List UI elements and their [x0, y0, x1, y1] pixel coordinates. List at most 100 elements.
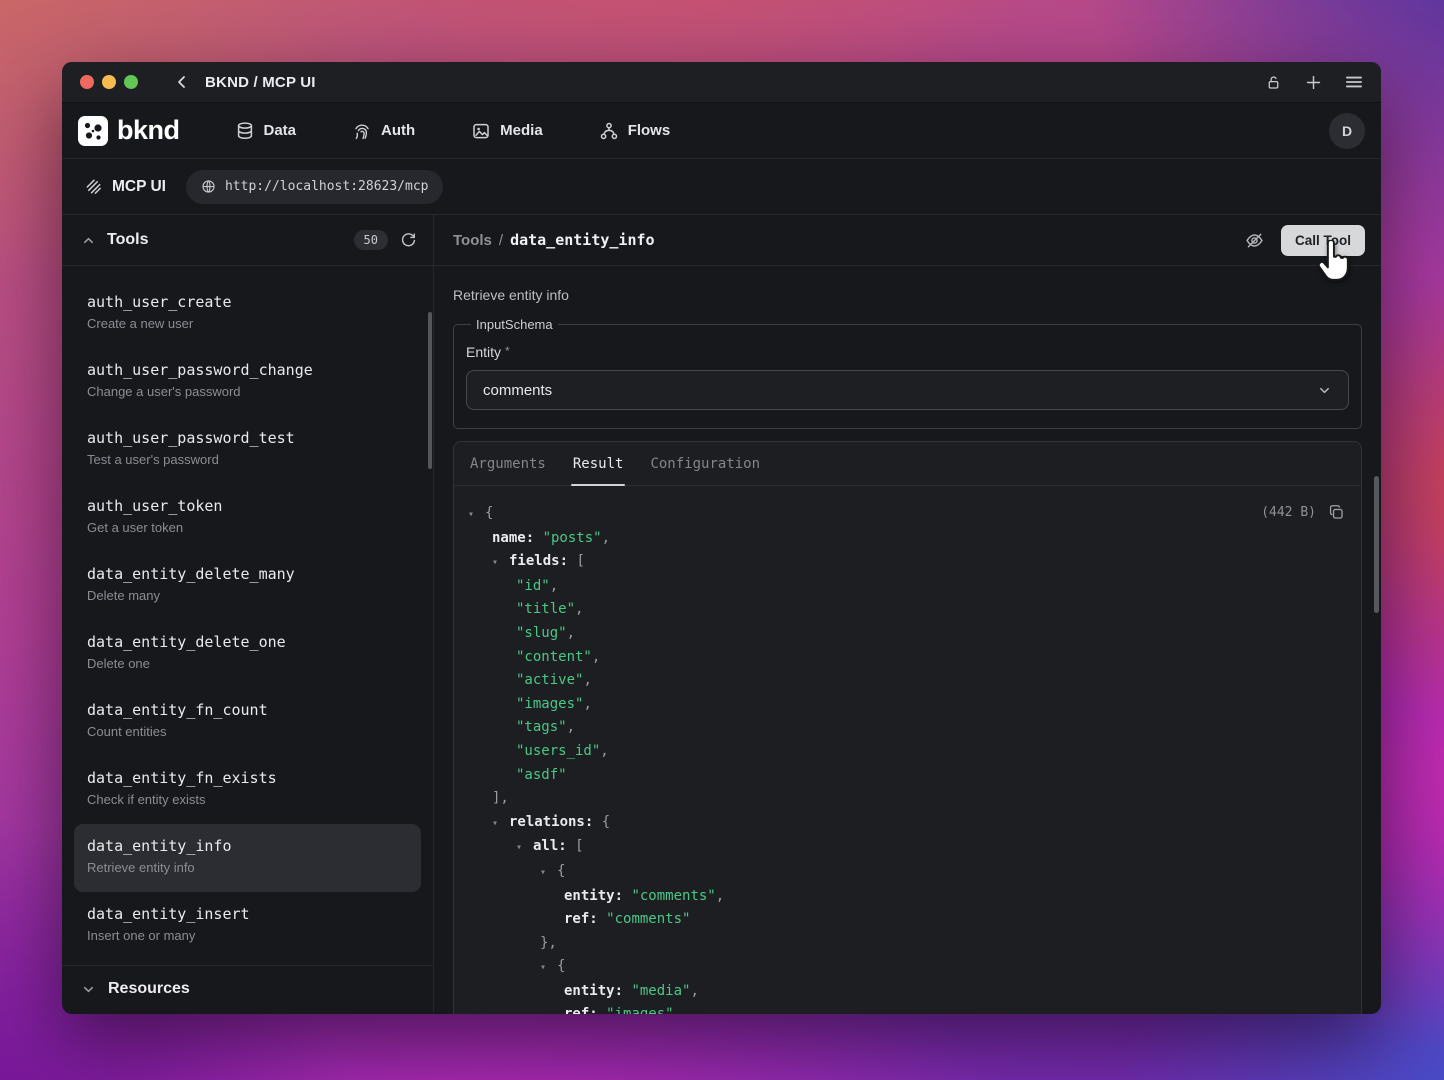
tool-detail-panel: Tools / data_entity_info Call Tool Retri… — [434, 215, 1381, 1012]
tool-item-selected[interactable]: data_entity_info Retrieve entity info — [74, 824, 421, 892]
json-line: ref: "comments" — [454, 908, 1345, 932]
json-line: entity: "comments", — [454, 885, 1345, 909]
minimize-button[interactable] — [102, 75, 116, 89]
json-line: ▾{ — [454, 502, 1345, 527]
workflow-icon — [599, 121, 619, 141]
new-tab-icon[interactable] — [1305, 74, 1322, 91]
traffic-lights — [80, 75, 138, 89]
tool-name: data_entity_info — [87, 836, 408, 856]
resources-section-header[interactable]: Resources — [62, 965, 433, 1012]
tool-description: Retrieve entity info — [453, 287, 1362, 303]
maximize-button[interactable] — [124, 75, 138, 89]
brand-name: bknd — [117, 115, 180, 146]
tab-arguments[interactable]: Arguments — [468, 442, 548, 485]
tool-name: auth_user_password_change — [87, 360, 408, 380]
input-schema-legend: InputSchema — [471, 317, 558, 332]
tool-item[interactable]: auth_user_password_test Test a user's pa… — [74, 416, 421, 484]
tools-section-label: Tools — [107, 231, 148, 249]
tool-list: auth_user_create Create a new user auth_… — [62, 266, 433, 965]
tool-desc: Get a user token — [87, 519, 408, 537]
entity-select-value: comments — [483, 382, 552, 399]
collapse-caret-icon[interactable]: ▾ — [540, 861, 557, 885]
nav-item-label: Data — [264, 122, 297, 139]
close-button[interactable] — [80, 75, 94, 89]
tool-desc: Delete one — [87, 655, 408, 673]
nav-item-label: Auth — [381, 122, 415, 139]
tool-desc: Change a user's password — [87, 383, 408, 401]
fingerprint-icon — [352, 121, 372, 141]
collapse-caret-icon[interactable]: ▾ — [492, 812, 509, 836]
breadcrumb-section[interactable]: Tools — [453, 232, 492, 249]
tab-configuration[interactable]: Configuration — [648, 442, 762, 485]
window-title: BKND / MCP UI — [205, 74, 316, 91]
tool-item[interactable]: auth_user_password_change Change a user'… — [74, 348, 421, 416]
collapse-caret-icon[interactable]: ▾ — [468, 503, 485, 527]
nav-item-data[interactable]: Data — [235, 121, 297, 141]
nav-item-label: Flows — [628, 122, 671, 139]
json-line: "users_id", — [454, 740, 1345, 764]
mcp-icon — [84, 177, 103, 196]
json-line: "title", — [454, 598, 1345, 622]
back-button[interactable] — [174, 74, 190, 90]
tools-sidebar: Tools 50 auth_user_create Create a new u… — [62, 215, 434, 1012]
nav-item-flows[interactable]: Flows — [599, 121, 671, 141]
json-line: "images", — [454, 693, 1345, 717]
globe-icon — [201, 179, 216, 194]
menu-icon[interactable] — [1345, 74, 1363, 90]
tool-name: data_entity_delete_one — [87, 632, 408, 652]
copy-icon[interactable] — [1328, 504, 1345, 521]
collapse-caret-icon[interactable]: ▾ — [540, 956, 557, 980]
tool-item[interactable]: auth_user_token Get a user token — [74, 484, 421, 552]
json-line: ▾fields: [ — [454, 550, 1345, 575]
entity-field-label: Entity* — [466, 344, 1349, 360]
collapse-caret-icon[interactable]: ▾ — [492, 551, 509, 575]
json-line: "tags", — [454, 716, 1345, 740]
json-line: name: "posts", — [454, 527, 1345, 551]
tool-item[interactable]: data_entity_insert Insert one or many — [74, 892, 421, 960]
json-line: "active", — [454, 669, 1345, 693]
tool-detail-header: Tools / data_entity_info Call Tool — [434, 215, 1381, 266]
tool-name: auth_user_password_test — [87, 428, 408, 448]
tool-item[interactable]: data_entity_delete_many Delete many — [74, 552, 421, 620]
tool-item[interactable]: data_entity_fn_count Count entities — [74, 688, 421, 756]
result-size-label: (442 B) — [1261, 505, 1316, 520]
chevron-down-icon — [82, 983, 95, 996]
tool-item[interactable]: auth_user_create Create a new user — [74, 280, 421, 348]
tool-desc: Count entities — [87, 723, 408, 741]
nav-item-auth[interactable]: Auth — [352, 121, 415, 141]
tool-name: data_entity_delete_many — [87, 564, 408, 584]
user-avatar[interactable]: D — [1329, 113, 1365, 149]
tool-item[interactable]: data_entity_delete_one Delete one — [74, 620, 421, 688]
tool-desc: Insert one or many — [87, 927, 408, 945]
collapse-caret-icon[interactable]: ▾ — [516, 836, 533, 860]
json-result-area: (442 B) ▾{name: "posts",▾fields: ["id","… — [454, 486, 1361, 1014]
json-line: }, — [454, 932, 1345, 956]
titlebar: BKND / MCP UI — [62, 62, 1381, 103]
nav-item-media[interactable]: Media — [471, 121, 543, 141]
breadcrumb-separator: / — [499, 232, 503, 249]
eye-off-icon[interactable] — [1245, 231, 1264, 250]
chevron-down-icon — [1317, 383, 1332, 398]
tool-desc: Delete many — [87, 587, 408, 605]
tool-name: data_entity_fn_count — [87, 700, 408, 720]
tab-row: Arguments Result Configuration — [454, 442, 1361, 486]
tool-item[interactable]: data_entity_fn_exists Check if entity ex… — [74, 756, 421, 824]
sidebar-scrollbar[interactable] — [428, 312, 432, 469]
server-url-pill[interactable]: http://localhost:28623/mcp — [186, 170, 444, 204]
tools-section-header[interactable]: Tools 50 — [62, 215, 433, 266]
brand-logo[interactable]: bknd — [78, 115, 180, 146]
json-line: ▾{ — [454, 860, 1345, 885]
json-line: ▾all: [ — [454, 835, 1345, 860]
json-line: "id", — [454, 575, 1345, 599]
mouse-cursor — [1314, 240, 1350, 284]
entity-select[interactable]: comments — [466, 370, 1349, 410]
json-line: ref: "images" — [454, 1003, 1345, 1014]
window-scrollbar[interactable] — [1374, 476, 1379, 613]
app-navbar: bknd Data Auth Media — [62, 103, 1381, 159]
lock-icon[interactable] — [1265, 74, 1282, 91]
tab-result[interactable]: Result — [571, 442, 626, 485]
app-window: BKND / MCP UI bknd Data — [62, 62, 1381, 1014]
json-line: entity: "media", — [454, 980, 1345, 1004]
input-schema-fieldset: InputSchema Entity* comments — [453, 317, 1362, 429]
refresh-icon[interactable] — [400, 232, 417, 249]
